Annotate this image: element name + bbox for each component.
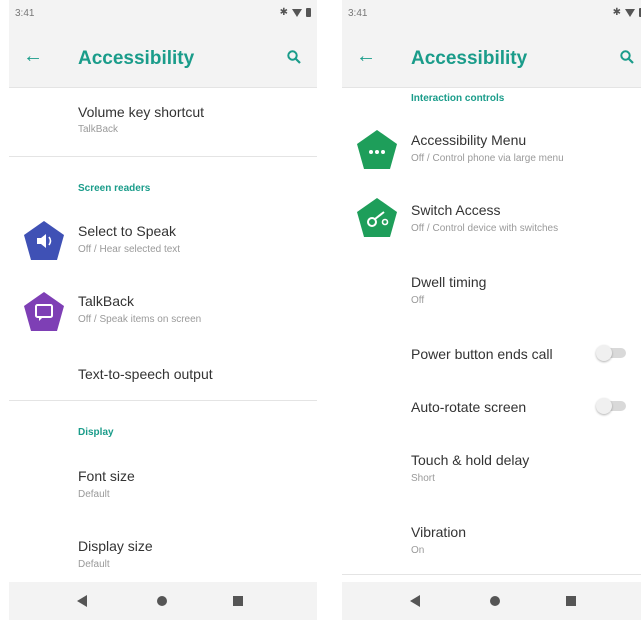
wifi-icon [625, 8, 635, 17]
pref-display-size[interactable]: Display size Default [9, 524, 317, 582]
settings-list: Interaction controls Accessibility Menu … [342, 88, 641, 582]
search-icon[interactable] [620, 50, 634, 64]
pref-switch-access[interactable]: Switch Access Off / Control device with … [342, 184, 641, 256]
divider [9, 156, 317, 157]
pref-dwell-timing[interactable]: Dwell timing Off [342, 256, 641, 328]
pref-select-to-speak[interactable]: Select to Speak Off / Hear selected text [9, 206, 317, 278]
pref-text-to-speech[interactable]: Text-to-speech output [9, 348, 317, 400]
divider [342, 574, 641, 575]
status-time: 3:41 [15, 8, 35, 19]
pref-touch-hold-delay[interactable]: Touch & hold delay Short [342, 436, 641, 508]
pref-font-size[interactable]: Font size Default [9, 454, 317, 524]
phone-screen-left: 3:41 ✱ ← Accessibility Volume key shortc… [9, 0, 317, 620]
app-toolbar: ← Accessibility [9, 28, 317, 88]
category-screen-readers: Screen readers [78, 183, 151, 194]
settings-list: Volume key shortcut TalkBack Screen read… [9, 88, 317, 582]
switch-access-icon [357, 198, 397, 237]
status-bar: 3:41 ✱ [342, 0, 641, 28]
nav-home-icon[interactable] [157, 596, 167, 606]
nav-recents-icon[interactable] [566, 596, 576, 606]
bluetooth-icon: ✱ [279, 7, 288, 18]
pref-vibration[interactable]: Vibration On [342, 508, 641, 572]
wifi-icon [292, 8, 302, 17]
nav-back-icon[interactable] [77, 595, 87, 607]
select-to-speak-icon [24, 221, 64, 260]
page-title: Accessibility [78, 48, 195, 69]
status-time: 3:41 [348, 8, 368, 19]
talkback-icon [24, 292, 64, 331]
power-button-ends-call-toggle[interactable] [596, 345, 630, 361]
category-display: Display [78, 427, 114, 438]
navigation-bar [342, 582, 641, 620]
pref-volume-key-shortcut[interactable]: Volume key shortcut TalkBack [9, 88, 317, 156]
divider [9, 400, 317, 401]
bluetooth-icon: ✱ [612, 7, 621, 18]
nav-home-icon[interactable] [490, 596, 500, 606]
category-interaction-controls: Interaction controls [411, 93, 505, 104]
auto-rotate-screen-toggle[interactable] [596, 398, 630, 414]
nav-recents-icon[interactable] [233, 596, 243, 606]
page-title: Accessibility [411, 48, 528, 69]
pref-power-button-ends-call[interactable]: Power button ends call [342, 328, 641, 382]
accessibility-menu-icon [357, 130, 397, 169]
pref-auto-rotate-screen[interactable]: Auto-rotate screen [342, 382, 641, 436]
back-arrow-icon[interactable]: ← [356, 46, 376, 66]
phone-screen-right: 3:41 ✱ ← Accessibility Interaction contr… [342, 0, 641, 620]
status-bar: 3:41 ✱ [9, 0, 317, 28]
nav-back-icon[interactable] [410, 595, 420, 607]
pref-talkback[interactable]: TalkBack Off / Speak items on screen [9, 278, 317, 348]
app-toolbar: ← Accessibility [342, 28, 641, 88]
pref-accessibility-menu[interactable]: Accessibility Menu Off / Control phone v… [342, 114, 641, 184]
back-arrow-icon[interactable]: ← [23, 46, 43, 66]
search-icon[interactable] [287, 50, 301, 64]
navigation-bar [9, 582, 317, 620]
battery-icon [306, 8, 311, 17]
